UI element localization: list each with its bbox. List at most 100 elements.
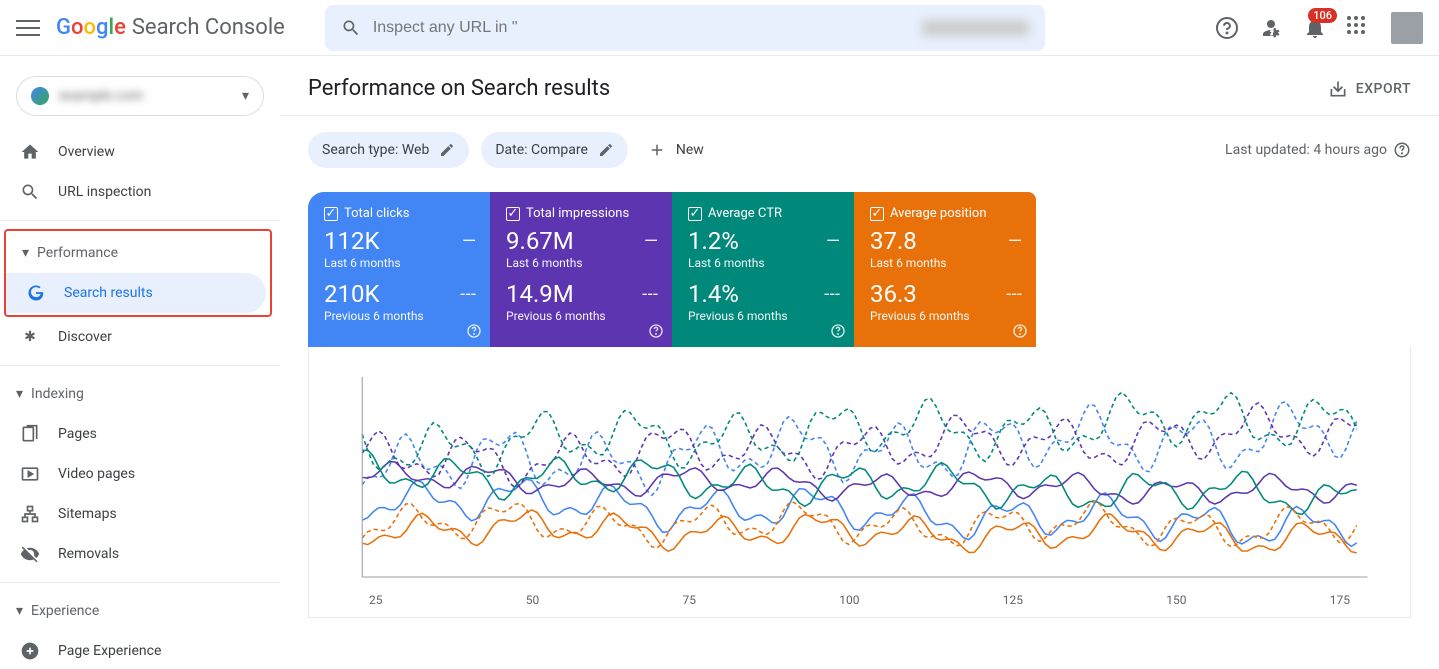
metric-sublabel: Last 6 months	[870, 256, 1020, 270]
help-icon[interactable]	[830, 323, 846, 339]
annotation-highlight: ▾ Performance Search results	[4, 229, 272, 317]
property-name: example.com	[59, 88, 242, 104]
sidebar-section-label: Indexing	[31, 386, 84, 402]
search-bar[interactable]: xxxxxxxxx"	[325, 5, 1045, 51]
trend-flat-icon: —	[826, 231, 838, 252]
sidebar-item-removals[interactable]: Removals	[0, 534, 268, 574]
sidebar-label: Page Experience	[58, 643, 161, 659]
sidebar-item-search-results[interactable]: Search results	[6, 273, 266, 313]
metric-value: 1.2%	[688, 227, 739, 256]
add-filter-label: New	[676, 142, 704, 158]
sidebar-label: Pages	[58, 426, 97, 442]
property-favicon-icon	[31, 87, 49, 105]
x-tick: 100	[839, 593, 859, 607]
export-button[interactable]: EXPORT	[1328, 79, 1411, 99]
sidebar-item-url-inspection[interactable]: URL inspection	[0, 172, 268, 212]
x-tick: 25	[369, 593, 383, 607]
metric-value: 9.67M	[506, 227, 574, 256]
sidebar-label: Discover	[58, 329, 112, 345]
sidebar-item-pages[interactable]: Pages	[0, 414, 268, 454]
sidebar-label: Sitemaps	[58, 506, 117, 522]
sidebar-label: Search results	[64, 285, 153, 301]
trend-flat-icon: —	[462, 231, 474, 252]
plus-icon	[648, 141, 666, 159]
people-settings-icon[interactable]	[1259, 16, 1283, 40]
metric-value: 112K	[324, 227, 380, 256]
metric-card-position[interactable]: ✓Average position 37.8— Last 6 months 36…	[854, 192, 1036, 347]
metrics-row: ✓Total clicks 112K— Last 6 months 210K- …	[308, 192, 1036, 347]
sidebar-label: URL inspection	[58, 184, 151, 200]
metric-sublabel: Last 6 months	[506, 256, 656, 270]
sidebar-section-experience[interactable]: ▾ Experience	[0, 591, 280, 631]
property-selector[interactable]: example.com ▾	[16, 76, 264, 116]
main-content: Performance on Search results EXPORT Sea…	[280, 56, 1439, 669]
checkbox-icon: ✓	[870, 207, 884, 221]
sidebar-section-performance[interactable]: ▾ Performance	[6, 233, 266, 273]
help-icon[interactable]	[1393, 141, 1411, 159]
chevron-down-icon: ▾	[22, 245, 29, 261]
pencil-icon	[439, 142, 455, 158]
sidebar-item-video-pages[interactable]: Video pages	[0, 454, 268, 494]
help-icon[interactable]	[466, 323, 482, 339]
performance-chart[interactable]	[319, 367, 1400, 587]
search-icon	[341, 18, 361, 38]
add-filter-button[interactable]: New	[640, 141, 712, 159]
metric-sublabel: Last 6 months	[688, 256, 838, 270]
x-tick: 50	[526, 593, 540, 607]
chip-label: Search type: Web	[322, 142, 429, 158]
menu-icon[interactable]	[16, 16, 40, 40]
search-icon	[20, 182, 40, 202]
sidebar-item-page-experience[interactable]: Page Experience	[0, 631, 268, 669]
page-title: Performance on Search results	[308, 76, 610, 101]
export-label: EXPORT	[1356, 81, 1411, 97]
help-icon[interactable]	[648, 323, 664, 339]
sidebar-item-discover[interactable]: ✱ Discover	[0, 317, 268, 357]
logo[interactable]: Google Search Console	[56, 15, 285, 40]
pencil-icon	[598, 142, 614, 158]
trend-dashed-icon: - - -	[460, 284, 474, 305]
sidebar-item-overview[interactable]: Overview	[0, 132, 268, 172]
chart-x-axis: 255075100125150175	[319, 587, 1400, 617]
sitemap-icon	[20, 504, 40, 524]
avatar[interactable]	[1391, 12, 1423, 44]
metric-card-impressions[interactable]: ✓Total impressions 9.67M— Last 6 months …	[490, 192, 672, 347]
metric-sublabel: Last 6 months	[324, 256, 474, 270]
sidebar-item-sitemaps[interactable]: Sitemaps	[0, 494, 268, 534]
filter-chip-search-type[interactable]: Search type: Web	[308, 132, 469, 168]
trend-dashed-icon: - - -	[824, 284, 838, 305]
notification-badge: 106	[1308, 8, 1337, 23]
notifications-icon[interactable]: 106	[1303, 16, 1327, 40]
metric-card-clicks[interactable]: ✓Total clicks 112K— Last 6 months 210K- …	[308, 192, 490, 347]
metric-sublabel: Previous 6 months	[870, 309, 1020, 323]
chevron-down-icon: ▾	[242, 88, 249, 104]
metric-value: 14.9M	[506, 280, 574, 309]
metric-value: 1.4%	[688, 280, 739, 309]
url-inspect-input[interactable]	[373, 19, 922, 37]
trend-flat-icon: —	[644, 231, 656, 252]
metric-value: 36.3	[870, 280, 917, 309]
sidebar-section-indexing[interactable]: ▾ Indexing	[0, 374, 280, 414]
help-icon[interactable]	[1215, 16, 1239, 40]
apps-icon[interactable]	[1347, 16, 1371, 40]
header: Google Search Console xxxxxxxxx" 106	[0, 0, 1439, 56]
metric-title-label: Average CTR	[708, 206, 782, 221]
help-icon[interactable]	[1012, 323, 1028, 339]
sidebar-section-label: Performance	[37, 245, 118, 261]
trend-dashed-icon: - - -	[1006, 284, 1020, 305]
filter-bar: Search type: Web Date: Compare New Last …	[280, 116, 1439, 184]
x-tick: 75	[683, 593, 697, 607]
chevron-down-icon: ▾	[16, 386, 23, 402]
logo-text: Search Console	[132, 15, 285, 40]
sidebar-label: Removals	[58, 546, 119, 562]
filter-chip-date[interactable]: Date: Compare	[481, 132, 628, 168]
trend-dashed-icon: - - -	[642, 284, 656, 305]
chevron-down-icon: ▾	[16, 603, 23, 619]
sidebar-section-label: Experience	[31, 603, 99, 619]
checkbox-icon: ✓	[688, 207, 702, 221]
checkbox-icon: ✓	[324, 207, 338, 221]
checkbox-icon: ✓	[506, 207, 520, 221]
metric-card-ctr[interactable]: ✓ Average CTR 1.2% — Last 6 months 1.4% - -…	[672, 192, 854, 347]
metric-sublabel: Previous 6 months	[324, 309, 474, 323]
metric-sublabel: Previous 6 months	[506, 309, 656, 323]
video-icon	[20, 464, 40, 484]
